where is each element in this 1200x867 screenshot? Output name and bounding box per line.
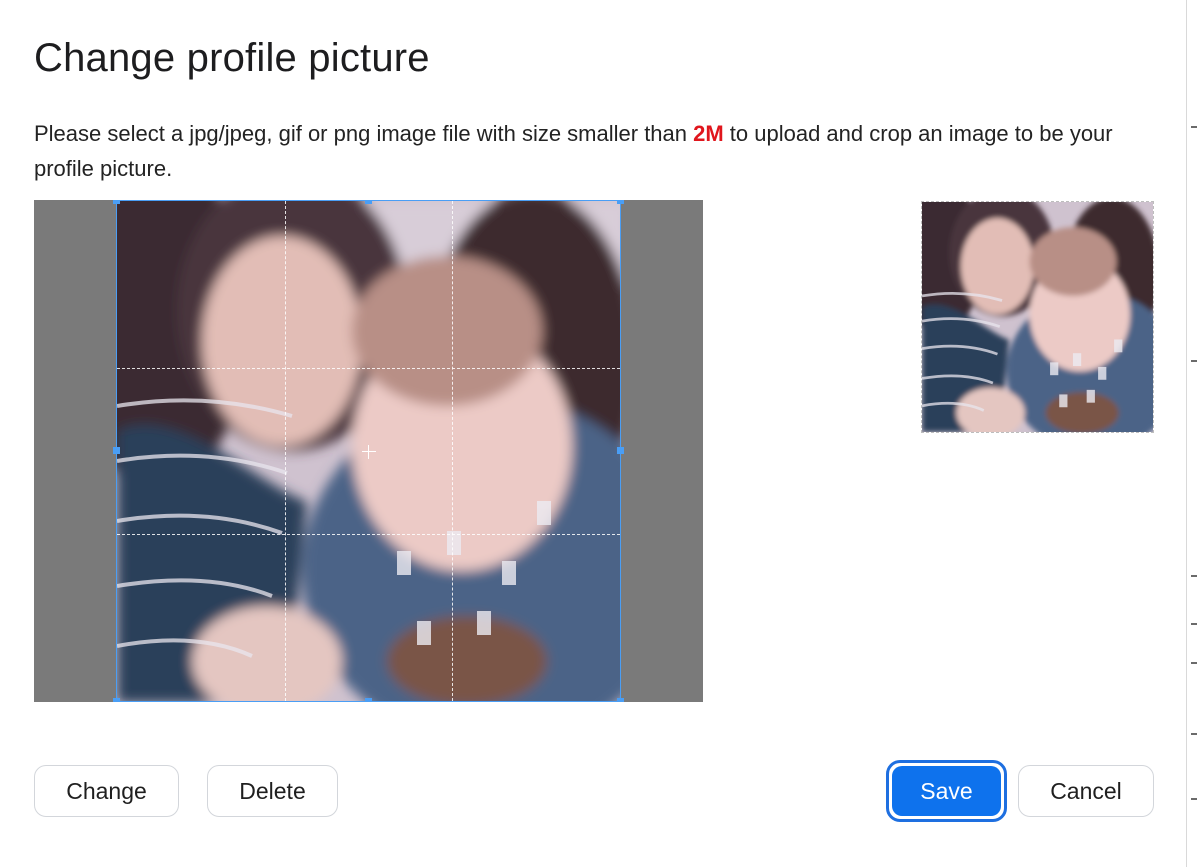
description-text-start: Please select a jpg/jpeg, gif or png ima… xyxy=(34,121,694,146)
edge-mark xyxy=(1191,662,1197,664)
edge-mark xyxy=(1191,733,1197,735)
delete-button[interactable]: Delete xyxy=(207,765,338,817)
edge-mark xyxy=(1191,360,1197,362)
crop-guide-vertical-2 xyxy=(452,201,453,701)
crop-guide-vertical-1 xyxy=(285,201,286,701)
profile-picture-preview xyxy=(921,201,1154,433)
crop-handle-left[interactable] xyxy=(113,447,120,454)
crop-handle-bottom-right[interactable] xyxy=(617,698,624,702)
background-window-edge xyxy=(1186,0,1200,867)
crop-box[interactable] xyxy=(116,200,621,702)
crop-handle-top[interactable] xyxy=(365,200,372,204)
save-button[interactable]: Save xyxy=(886,760,1007,822)
image-cropper[interactable] xyxy=(34,200,703,702)
change-profile-picture-dialog: Change profile picture Please select a j… xyxy=(0,0,1186,867)
edge-mark xyxy=(1191,575,1197,577)
crop-handle-right[interactable] xyxy=(617,447,624,454)
crop-guide-horizontal-1 xyxy=(117,368,620,369)
crop-handle-bottom-left[interactable] xyxy=(113,698,120,702)
crop-handle-top-left[interactable] xyxy=(113,200,120,204)
save-button-label: Save xyxy=(892,766,1001,816)
edge-mark xyxy=(1191,126,1197,128)
change-button[interactable]: Change xyxy=(34,765,179,817)
crop-guide-horizontal-2 xyxy=(117,534,620,535)
dialog-description: Please select a jpg/jpeg, gif or png ima… xyxy=(34,116,1134,186)
size-limit: 2M xyxy=(693,121,724,146)
edge-mark xyxy=(1191,798,1197,800)
profile-photo-preview xyxy=(922,202,1153,432)
crop-handle-bottom[interactable] xyxy=(365,698,372,702)
dialog-title: Change profile picture xyxy=(34,36,430,80)
crop-center-crosshair-icon xyxy=(362,445,376,459)
crop-handle-top-right[interactable] xyxy=(617,200,624,204)
edge-mark xyxy=(1191,623,1197,625)
cancel-button[interactable]: Cancel xyxy=(1018,765,1154,817)
